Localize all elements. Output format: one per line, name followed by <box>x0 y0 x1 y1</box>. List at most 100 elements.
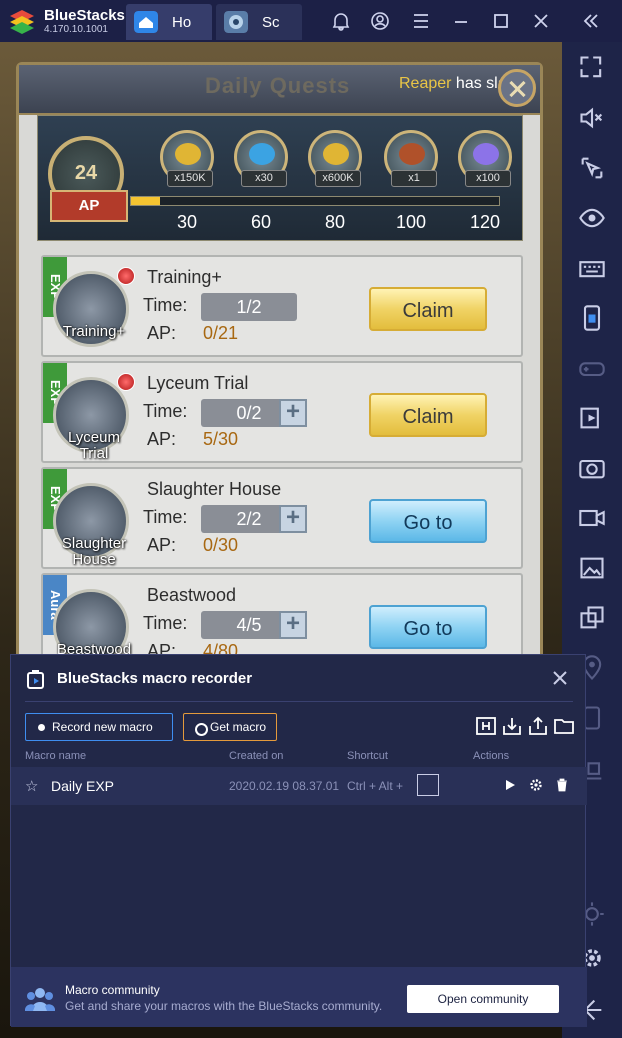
gamepad-icon[interactable] <box>578 354 606 382</box>
title-bar: BlueStacks 4.170.10.1001 Ho Sc <box>0 0 622 42</box>
col-actions: Actions <box>473 750 510 762</box>
col-shortcut: Shortcut <box>347 750 388 762</box>
goto-button[interactable]: Go to <box>369 605 487 649</box>
macro-name: Daily EXP <box>51 778 115 794</box>
quest-title: Slaughter House <box>147 479 282 499</box>
quest-card: EXP Lyceum Trial Lyceum Trial Time: 0/2 … <box>41 361 523 463</box>
pointer-icon[interactable] <box>578 154 606 182</box>
game-icon <box>224 11 248 33</box>
reward-count: x1 <box>391 170 437 187</box>
claim-button[interactable]: Claim <box>369 393 487 437</box>
macro-shortcut: Ctrl + Alt + <box>347 779 404 793</box>
bluestacks-window: { "app": { "name": "BlueStacks", "versio… <box>0 0 622 1038</box>
open-community-button[interactable]: Open community <box>407 985 559 1013</box>
community-icon <box>25 988 55 1011</box>
delete-icon[interactable] <box>555 778 569 792</box>
ap-threshold: 120 <box>469 212 501 232</box>
reward-count: x600K <box>315 170 361 187</box>
quest-icon-label: Slaughter House <box>61 535 127 568</box>
phone-icon[interactable] <box>578 304 606 332</box>
shortcut-key-input[interactable] <box>417 774 439 796</box>
macro-community-bar: Macro community Get and share your macro… <box>11 967 587 1027</box>
ap-label: AP: <box>147 429 177 449</box>
macro-recorder-title: BlueStacks macro recorder <box>57 670 253 687</box>
bell-icon[interactable] <box>328 8 354 34</box>
export-icon[interactable] <box>527 715 549 737</box>
ticker-player: Reaper <box>399 75 452 92</box>
reward-5[interactable]: x100 <box>458 130 512 187</box>
panel-close-button[interactable] <box>498 69 536 107</box>
panel-title: Daily Quests <box>205 73 351 98</box>
plus-icon[interactable]: + <box>279 611 307 639</box>
claim-button[interactable]: Claim <box>369 287 487 331</box>
reward-1[interactable]: x150K <box>160 130 214 187</box>
bluestacks-logo <box>10 10 34 34</box>
fullscreen-icon[interactable] <box>578 54 606 82</box>
eye-icon[interactable] <box>578 204 606 232</box>
multi-instance-icon[interactable] <box>578 604 606 632</box>
gold-coins-icon <box>175 143 201 165</box>
plus-icon[interactable]: + <box>279 505 307 533</box>
macro-divider <box>25 701 573 702</box>
ap-progress-fill <box>131 197 161 205</box>
screenshot-icon[interactable] <box>578 454 606 482</box>
time-label: Time: <box>143 401 188 421</box>
reward-4[interactable]: x1 <box>384 130 438 187</box>
macro-recorder-window: BlueStacks macro recorder Record new mac… <box>10 654 587 1027</box>
tab-home[interactable]: Ho <box>126 4 212 40</box>
maximize-icon[interactable] <box>488 8 514 34</box>
play-icon[interactable] <box>503 778 517 792</box>
ap-value: 24 <box>74 162 98 184</box>
reward-3[interactable]: x600K <box>308 130 362 187</box>
volume-mute-icon[interactable] <box>578 104 606 132</box>
star-icon[interactable]: ☆ <box>25 777 38 795</box>
close-icon[interactable] <box>528 8 554 34</box>
screen-record-icon[interactable] <box>578 404 606 432</box>
collapse-sidebar-icon[interactable] <box>578 8 604 34</box>
import-icon[interactable] <box>501 715 523 737</box>
settings-icon[interactable] <box>529 778 543 792</box>
quest-icon: Lyceum Trial <box>53 377 129 462</box>
time-label: Time: <box>143 613 188 633</box>
ap-progress-bar <box>130 196 500 206</box>
account-icon[interactable] <box>367 8 393 34</box>
folder-icon[interactable] <box>553 715 575 737</box>
quest-title: Beastwood <box>147 585 237 605</box>
app-version: 4.170.10.1001 <box>44 24 108 35</box>
col-macro-name: Macro name <box>25 750 87 762</box>
get-macro-button[interactable]: Get macro <box>183 713 277 741</box>
quest-title: Training+ <box>147 267 222 287</box>
quest-title: Lyceum Trial <box>147 373 249 393</box>
diamond-icon <box>473 143 499 165</box>
notification-dot-icon <box>117 267 135 285</box>
app-name: BlueStacks <box>44 7 125 24</box>
quest-time: 1/2 <box>201 293 297 321</box>
menu-icon[interactable] <box>408 8 434 34</box>
ap-label: AP <box>50 190 128 222</box>
time-label: Time: <box>143 295 188 315</box>
macro-row[interactable]: ☆ Daily EXP 2020.02.19 08.37.01 Ctrl + A… <box>11 767 587 805</box>
reward-2[interactable]: x30 <box>234 130 288 187</box>
blue-crystal-icon <box>249 143 275 165</box>
quest-icon: Training+ <box>53 271 129 347</box>
community-title: Macro community <box>65 983 160 997</box>
goto-button[interactable]: Go to <box>369 499 487 543</box>
tab-game[interactable]: Sc <box>216 4 302 40</box>
macro-close-icon[interactable] <box>549 667 571 689</box>
record-new-macro-button[interactable]: Record new macro <box>25 713 173 741</box>
time-label: Time: <box>143 507 188 527</box>
quest-icon-label: Training+ <box>62 323 126 340</box>
minimize-icon[interactable] <box>448 8 474 34</box>
quest-ap: 0/30 <box>203 535 239 555</box>
ap-threshold: 60 <box>250 212 272 232</box>
keyboard-icon[interactable] <box>578 254 606 282</box>
ap-threshold: 80 <box>324 212 346 232</box>
ap-threshold: 100 <box>395 212 427 232</box>
merge-macro-icon[interactable] <box>475 715 497 737</box>
ap-label: AP: <box>147 535 177 555</box>
gallery-icon[interactable] <box>578 554 606 582</box>
ap-threshold: 30 <box>176 212 198 232</box>
video-icon[interactable] <box>578 504 606 532</box>
plus-icon[interactable]: + <box>279 399 307 427</box>
tab-label: Ho <box>172 14 192 31</box>
